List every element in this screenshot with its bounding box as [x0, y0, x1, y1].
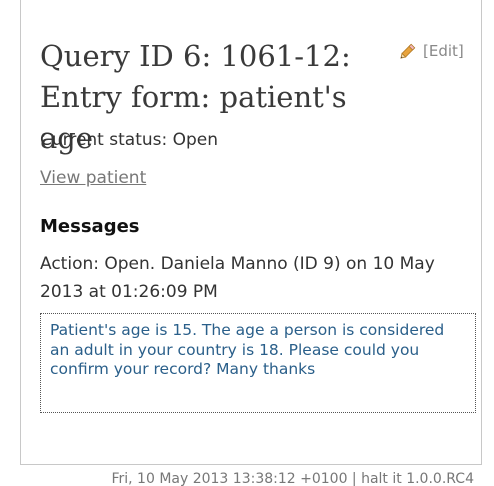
message-action: Action: Open. Daniela Manno (ID 9) on 10… [40, 254, 435, 302]
footer-text: Fri, 10 May 2013 13:38:12 +0100 | halt i… [111, 471, 474, 486]
message-body: Patient's age is 15. The age a person is… [40, 313, 476, 413]
footer: Fri, 10 May 2013 13:38:12 +0100 | halt i… [20, 464, 482, 486]
view-patient-link[interactable]: View patient [40, 168, 146, 188]
current-status: Current status: Open [40, 130, 219, 150]
edit-link[interactable]: [Edit] [397, 40, 464, 62]
messages-heading: Messages [40, 216, 140, 237]
pencil-icon [397, 40, 419, 62]
query-panel: Query ID 6: 1061-12: Entry form: patient… [20, 0, 482, 464]
edit-label: [Edit] [423, 42, 464, 60]
